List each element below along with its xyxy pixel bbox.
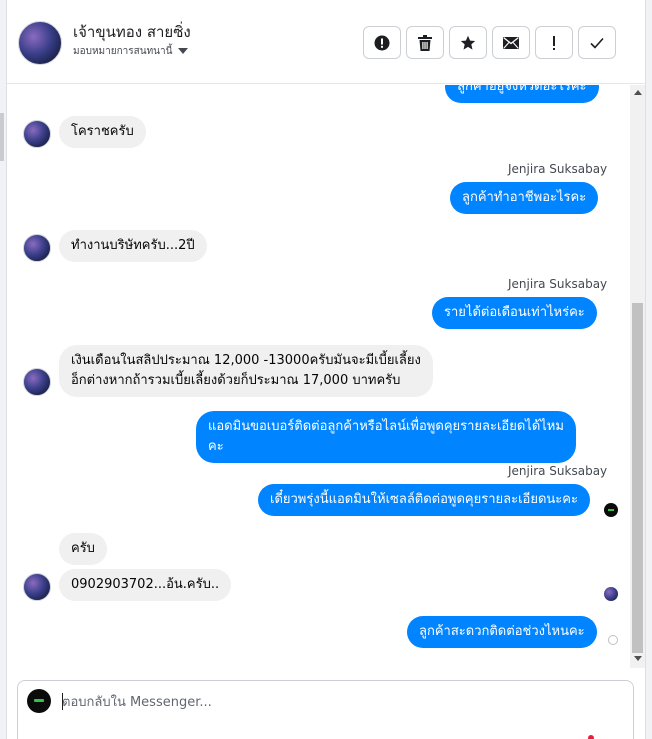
contact-avatar-small [23, 368, 51, 396]
contact-avatar-small [23, 120, 51, 148]
page-avatar [27, 689, 51, 713]
caret-down-icon [178, 48, 189, 54]
seen-page-avatar-icon [604, 503, 618, 517]
alert-circle-icon [374, 35, 390, 50]
scroll-down-arrow-icon[interactable] [634, 656, 642, 661]
message-line: เงินเดือนในสลิปประมาณ 12,000 -13000ครับม… [71, 353, 421, 368]
message-line: คะ [208, 439, 224, 454]
sender-name: Jenjira Suksabay [508, 162, 608, 176]
sent-status-icon [608, 635, 618, 645]
message-line: อ็กต่างหากถ้ารวมเบี้ยเลี้ยงด้วยก็ประมาณ … [71, 373, 401, 388]
assign-conversation-dropdown[interactable]: มอบหมายการสนทนานี้ [73, 44, 189, 59]
mark-spam-button[interactable] [363, 26, 401, 59]
follow-up-button[interactable] [535, 26, 573, 59]
left-panel-marker [0, 113, 4, 161]
conversation-header: เจ้าขุนทอง สายซิ่ง มอบหมายการสนทนานี้ [7, 0, 645, 84]
reply-input[interactable] [62, 691, 602, 713]
star-icon [460, 35, 476, 50]
message-incoming: โคราชครับ [59, 116, 146, 148]
sender-name: Jenjira Suksabay [508, 464, 608, 478]
right-panel-edge [645, 0, 652, 739]
message-outgoing: รายได้ต่อเดือนเท่าไหร่คะ [432, 297, 597, 329]
thread-scrollbar[interactable] [630, 85, 645, 668]
message-composer[interactable] [17, 680, 634, 739]
message-outgoing: ลูกค้าทำอาชีพอะไรคะ [450, 182, 599, 214]
message-incoming: เงินเดือนในสลิปประมาณ 12,000 -13000ครับม… [59, 345, 433, 397]
envelope-icon [503, 36, 519, 49]
message-line: แอดมินขอเบอร์ติดต่อลูกค้าหรือไลน์เพื่อพู… [208, 419, 564, 434]
assign-label: มอบหมายการสนทนานี้ [73, 46, 173, 57]
left-panel-edge [0, 0, 7, 739]
message-outgoing: ลูกค้าอยู่จังหวัดอะไรคะ [445, 85, 599, 103]
contact-avatar-small [23, 573, 51, 601]
delete-button[interactable] [406, 26, 444, 59]
message-outgoing: ลูกค้าสะดวกติดต่อช่วงไหนคะ [407, 616, 597, 648]
exclamation-icon [553, 35, 555, 50]
contact-name[interactable]: เจ้าขุนทอง สายซิ่ง [73, 20, 191, 44]
sender-name: Jenjira Suksabay [508, 277, 608, 291]
message-outgoing: เดี๋ยวพรุ่งนี้แอดมินให้เซลล์ติดต่อพูดคุย… [258, 484, 590, 516]
message-thread[interactable]: ลูกค้าอยู่จังหวัดอะไรคะ โคราชครับ Jenjir… [7, 85, 630, 668]
scroll-up-arrow-icon[interactable] [634, 90, 642, 95]
message-outgoing: แอดมินขอเบอร์ติดต่อลูกค้าหรือไลน์เพื่อพู… [196, 411, 576, 463]
scrollbar-thumb[interactable] [632, 303, 643, 653]
contact-avatar[interactable] [18, 21, 62, 65]
notification-dot-icon [588, 735, 594, 739]
seen-contact-avatar-icon [604, 587, 618, 601]
star-button[interactable] [449, 26, 487, 59]
text-cursor [62, 693, 63, 710]
message-incoming: ครับ [59, 533, 107, 565]
message-incoming: 0902903702...อ้น.ครับ.. [59, 569, 232, 601]
message-incoming: ทำงานบริษัทครับ...2ปี [59, 230, 207, 262]
trash-icon [418, 34, 432, 51]
check-icon [590, 37, 604, 49]
contact-avatar-small [23, 234, 51, 262]
mark-done-button[interactable] [578, 26, 616, 59]
mark-unread-button[interactable] [492, 26, 530, 59]
